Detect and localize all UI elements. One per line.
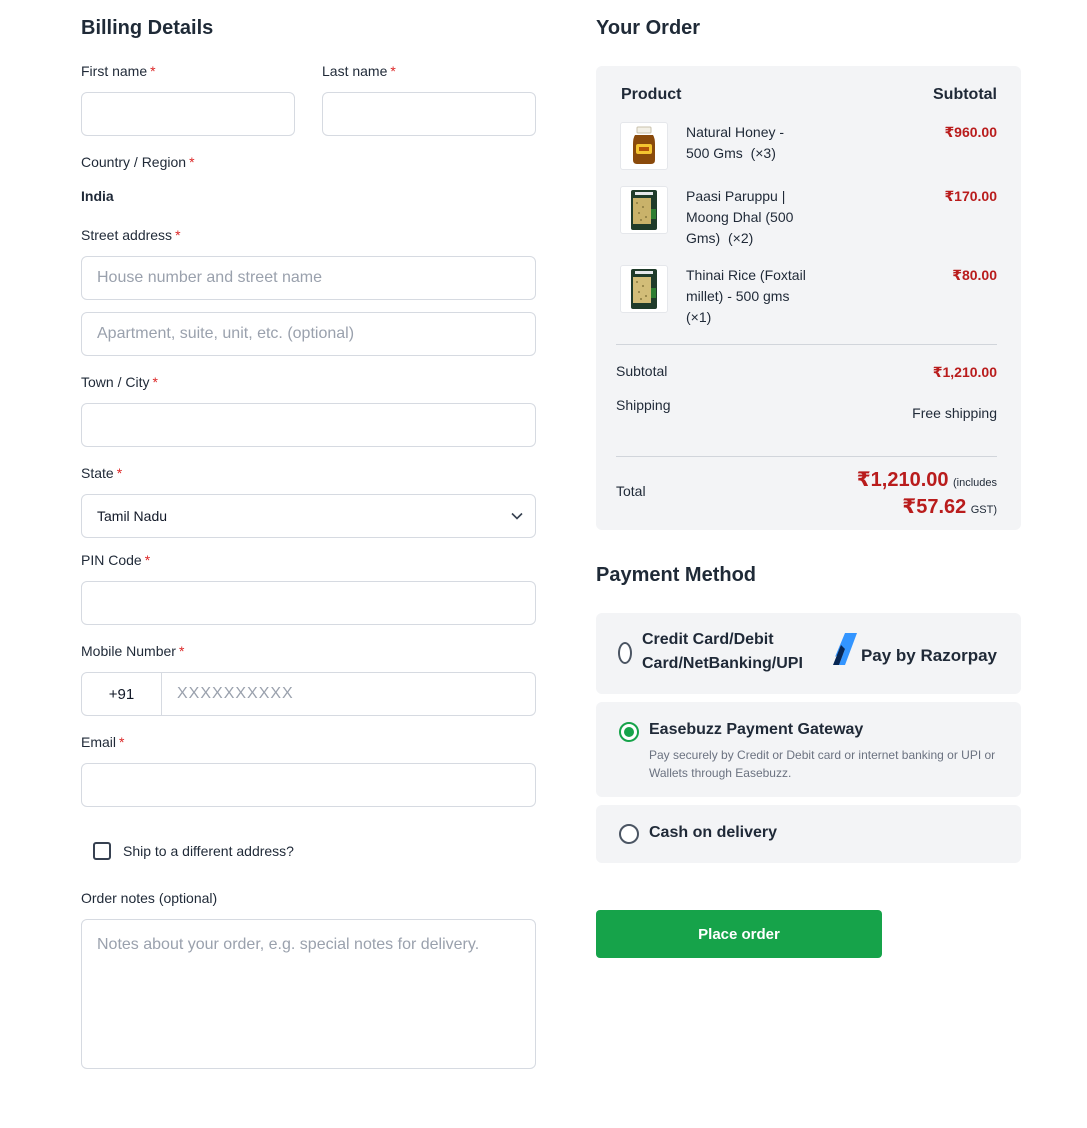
- razorpay-label: Credit Card/Debit Card/NetBanking/UPI: [642, 631, 803, 672]
- product-name-text: Thinai Rice (Foxtail millet) - 500 gms: [686, 267, 806, 304]
- email-label-text: Email: [81, 734, 117, 750]
- product-header: Product: [621, 86, 682, 103]
- divider: [616, 344, 997, 345]
- cod-radio[interactable]: [619, 824, 639, 844]
- mobile-label: Mobile Number *: [81, 643, 184, 659]
- billing-title: Billing Details: [81, 17, 214, 39]
- mobile-label-text: Mobile Number: [81, 643, 176, 659]
- ship-different-checkbox[interactable]: [93, 842, 111, 860]
- grain-pack-icon: [631, 190, 657, 230]
- product-thumbnail: [620, 122, 668, 170]
- product-price: ₹960.00: [944, 124, 997, 140]
- includes-text: (includes: [952, 477, 997, 489]
- product-name: Thinai Rice (Foxtail millet) - 500 gms (…: [686, 265, 806, 328]
- subtotal-value: ₹1,210.00: [932, 364, 997, 380]
- total-value: ₹1,210.00: [856, 469, 949, 491]
- product-thumbnail: [620, 186, 668, 234]
- last-name-label-text: Last name: [322, 63, 388, 79]
- product-price: ₹80.00: [952, 267, 997, 283]
- payment-option-easebuzz[interactable]: Easebuzz Payment Gateway Pay securely by…: [596, 702, 1021, 797]
- country-value: India: [81, 188, 114, 204]
- pin-label-text: PIN Code: [81, 552, 142, 568]
- first-name-label: First name *: [81, 63, 156, 79]
- divider: [616, 456, 997, 457]
- order-notes-label: Order notes (optional): [81, 890, 218, 906]
- country-label-text: Country / Region: [81, 154, 187, 170]
- product-quantity: (×1): [686, 309, 712, 325]
- product-thumbnail: [620, 265, 668, 313]
- required-mark: *: [116, 465, 123, 481]
- shipping-value: Free shipping: [912, 405, 997, 421]
- country-label: Country / Region *: [81, 154, 195, 170]
- street-address-input[interactable]: House number and street name: [81, 256, 536, 300]
- shipping-label: Shipping: [616, 397, 671, 413]
- state-select-value: Tamil Nadu: [97, 508, 168, 524]
- total-label: Total: [616, 483, 646, 499]
- last-name-input[interactable]: [322, 92, 536, 136]
- email-input[interactable]: [81, 763, 536, 807]
- payment-option-cod[interactable]: Cash on delivery: [596, 805, 1021, 863]
- ship-different-label[interactable]: Ship to a different address?: [123, 843, 294, 859]
- easebuzz-radio[interactable]: [619, 722, 639, 742]
- cod-label: Cash on delivery: [649, 824, 778, 841]
- required-mark: *: [178, 643, 185, 659]
- product-price: ₹170.00: [944, 188, 997, 204]
- payment-option-razorpay[interactable]: Credit Card/Debit Card/NetBanking/UPI Pa…: [596, 613, 1021, 694]
- first-name-label-text: First name: [81, 63, 148, 79]
- state-label: State *: [81, 465, 122, 481]
- payment-title: Payment Method: [596, 564, 757, 586]
- mobile-number-input[interactable]: XXXXXXXXXX: [161, 672, 536, 716]
- city-label: Town / City *: [81, 374, 158, 390]
- required-mark: *: [119, 734, 125, 750]
- razorpay-logo-icon: [833, 633, 857, 665]
- product-quantity: (×2): [728, 230, 754, 246]
- state-label-text: State: [81, 465, 114, 481]
- street-label: Street address *: [81, 227, 181, 243]
- tax-line: ₹57.62 GST): [902, 494, 997, 519]
- pin-code-input[interactable]: [81, 581, 536, 625]
- city-label-text: Town / City: [81, 374, 150, 390]
- state-select[interactable]: Tamil Nadu: [81, 494, 536, 538]
- required-mark: *: [144, 552, 151, 568]
- street-label-text: Street address: [81, 227, 173, 243]
- pin-label: PIN Code *: [81, 552, 150, 568]
- product-name: Paasi Paruppu | Moong Dhal (500 Gms) (×2…: [686, 186, 806, 249]
- first-name-input[interactable]: [81, 92, 295, 136]
- product-name: Natural Honey - 500 Gms (×3): [686, 122, 806, 164]
- easebuzz-description: Pay securely by Credit or Debit card or …: [649, 748, 996, 780]
- easebuzz-label: Easebuzz Payment Gateway: [649, 721, 864, 738]
- product-quantity: (×3): [750, 145, 776, 161]
- grain-pack-icon: [631, 269, 657, 309]
- razorpay-brand: Pay by Razorpay: [860, 646, 997, 665]
- total-line: ₹1,210.00 (includes: [857, 467, 997, 492]
- chevron-down-icon: [511, 512, 523, 520]
- razorpay-radio[interactable]: [618, 642, 632, 664]
- order-notes-textarea[interactable]: Notes about your order, e.g. special not…: [81, 919, 536, 1069]
- last-name-label: Last name *: [322, 63, 396, 79]
- order-summary-panel: Product Subtotal Natural Honey - 500 Gms…: [596, 66, 1021, 530]
- email-label: Email *: [81, 734, 124, 750]
- honey-jar-icon: [633, 126, 655, 164]
- required-mark: *: [390, 63, 396, 79]
- tax-suffix: GST): [970, 504, 997, 516]
- required-mark: *: [189, 154, 195, 170]
- tax-value: ₹57.62: [902, 496, 967, 518]
- required-mark: *: [150, 63, 156, 79]
- place-order-button[interactable]: Place order: [596, 910, 882, 958]
- required-mark: *: [175, 227, 181, 243]
- order-title: Your Order: [596, 17, 701, 39]
- street-address-2-input[interactable]: Apartment, suite, unit, etc. (optional): [81, 312, 536, 356]
- required-mark: *: [152, 374, 158, 390]
- city-input[interactable]: [81, 403, 536, 447]
- subtotal-header: Subtotal: [933, 86, 997, 103]
- country-code-prefix: +91: [81, 672, 162, 716]
- subtotal-label: Subtotal: [616, 363, 668, 379]
